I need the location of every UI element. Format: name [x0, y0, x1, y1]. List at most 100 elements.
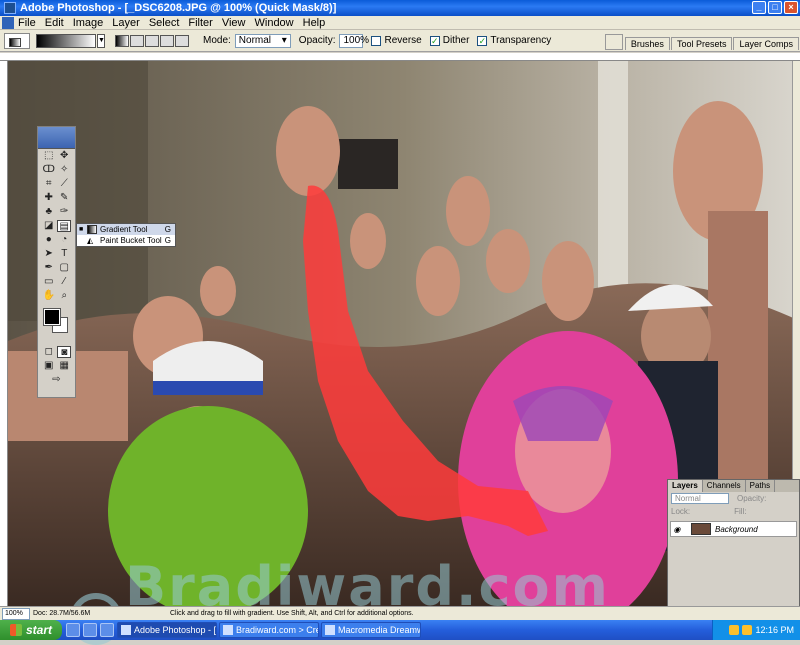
dodge-icon[interactable]: ◔ — [57, 234, 71, 246]
brush-icon[interactable]: ✎ — [57, 192, 71, 204]
tab-channels[interactable]: Channels — [703, 480, 746, 492]
quick-launch-icon[interactable] — [66, 623, 80, 637]
tray-icon[interactable] — [729, 625, 740, 635]
task-dreamweaver[interactable]: Macromedia Dreamw... — [321, 622, 421, 638]
toolbox: ⬚ ✥ ↀ ✧ ⌗ ⟋ ✚ ✎ ♣ ✑ ◪ ▤ ● ◔ ➤ T ✒ ▢ ▭ ⁄ ✋ ⌕ ◻ ◙ ▣ ▦ ⇨ — [37, 126, 76, 398]
menu-bar: File Edit Image Layer Select Filter View… — [0, 16, 800, 30]
tab-brushes[interactable]: Brushes — [624, 37, 670, 50]
hand-icon[interactable]: ✋ — [42, 290, 56, 302]
lasso-icon[interactable]: ↀ — [42, 164, 56, 176]
screen-mode-icon[interactable]: ▣ — [42, 360, 56, 372]
magic-wand-icon[interactable]: ✧ — [57, 164, 71, 176]
flyout-paint-bucket-tool[interactable]: ◭ Paint Bucket Tool G — [77, 235, 175, 246]
task-browser[interactable]: Bradiward.com > Cre... — [219, 622, 319, 638]
path-selection-icon[interactable]: ➤ — [42, 248, 56, 260]
reflected-gradient-icon[interactable] — [160, 34, 174, 47]
tool-preset-picker[interactable] — [4, 32, 30, 49]
visibility-eye-icon[interactable]: ◉ — [671, 525, 683, 534]
layer-row[interactable]: ◉ Background — [670, 521, 797, 537]
maximize-button[interactable]: □ — [768, 1, 782, 14]
gradient-type-buttons — [115, 34, 189, 47]
opacity-value: 100% — [343, 34, 370, 46]
radial-gradient-icon[interactable] — [130, 34, 144, 47]
blur-icon[interactable]: ● — [42, 234, 56, 246]
dither-checkbox[interactable]: ✓ Dither — [429, 35, 469, 46]
toolbox-header[interactable] — [38, 127, 75, 149]
eraser-icon[interactable]: ◪ — [42, 220, 56, 232]
marquee-icon[interactable]: ⬚ — [42, 150, 56, 162]
zoom-icon[interactable]: ⌕ — [57, 290, 71, 302]
browser-task-icon — [223, 625, 233, 635]
photoshop-app-icon — [4, 2, 16, 14]
jump-to-imageready-icon[interactable]: ⇨ — [50, 374, 64, 386]
reverse-checkbox[interactable]: Reverse — [371, 35, 422, 46]
opacity-input[interactable]: 100% — [339, 33, 369, 48]
menu-file[interactable]: File — [18, 17, 36, 29]
angle-gradient-icon[interactable] — [145, 34, 159, 47]
blend-mode-select[interactable]: Normal — [671, 493, 729, 504]
vertical-scrollbar[interactable] — [792, 61, 800, 479]
quick-launch-icon[interactable] — [100, 623, 114, 637]
status-message: Click and drag to fill with gradient. Us… — [170, 610, 414, 617]
notes-icon[interactable]: ▭ — [42, 276, 56, 288]
menu-help[interactable]: Help — [303, 17, 326, 29]
windows-flag-icon — [10, 624, 22, 636]
quick-mask-icon[interactable]: ◙ — [57, 346, 72, 358]
photoshop-task-icon — [121, 625, 131, 635]
menu-filter[interactable]: Filter — [188, 17, 212, 29]
gradient-icon[interactable]: ▤ — [57, 220, 72, 232]
reverse-label: Reverse — [384, 35, 422, 46]
foreground-color-swatch[interactable] — [43, 308, 61, 326]
pen-icon[interactable]: ✒ — [42, 262, 56, 274]
full-screen-icon[interactable]: ▦ — [57, 360, 71, 372]
crop-icon[interactable]: ⌗ — [42, 178, 56, 190]
blend-mode-value: Normal — [675, 494, 701, 503]
gradient-swatch[interactable] — [36, 33, 96, 48]
zoom-level[interactable]: 100% — [2, 607, 30, 620]
opacity-label: Opacity: — [298, 35, 336, 46]
diamond-gradient-icon[interactable] — [175, 34, 189, 47]
move-icon[interactable]: ✥ — [57, 150, 71, 162]
transparency-label: Transparency — [490, 35, 552, 46]
history-brush-icon[interactable]: ✑ — [57, 206, 71, 218]
tab-layer-comps[interactable]: Layer Comps — [733, 37, 799, 50]
menu-window[interactable]: Window — [255, 17, 294, 29]
transparency-checkbox[interactable]: ✓ Transparency — [477, 35, 551, 46]
fill-label: Fill: — [734, 507, 747, 516]
menu-edit[interactable]: Edit — [45, 17, 64, 29]
dreamweaver-task-icon — [325, 625, 335, 635]
horizontal-ruler — [0, 53, 800, 61]
shape-icon[interactable]: ▢ — [57, 262, 71, 274]
flyout-gradient-tool[interactable]: ■ Gradient Tool G — [77, 224, 175, 235]
quick-launch-icon[interactable] — [83, 623, 97, 637]
task-photoshop[interactable]: Adobe Photoshop - [... — [117, 622, 217, 638]
tray-icon[interactable] — [742, 625, 753, 635]
mode-select[interactable]: Normal ▾ — [234, 33, 291, 48]
document-icon[interactable] — [2, 16, 14, 29]
menu-layer[interactable]: Layer — [112, 17, 140, 29]
start-button[interactable]: start — [0, 620, 62, 640]
tab-paths[interactable]: Paths — [746, 480, 776, 492]
clone-stamp-icon[interactable]: ♣ — [42, 206, 56, 218]
menu-image[interactable]: Image — [73, 17, 104, 29]
checkmark-icon[interactable]: ✓ — [429, 35, 440, 46]
minimize-button[interactable]: _ — [752, 1, 766, 14]
blend-row: Normal Opacity: — [668, 492, 799, 505]
standard-mode-icon[interactable]: ◻ — [42, 346, 56, 358]
type-icon[interactable]: T — [57, 248, 71, 260]
reverse-check-box[interactable] — [371, 35, 382, 46]
menu-select[interactable]: Select — [149, 17, 180, 29]
tab-layers[interactable]: Layers — [668, 480, 703, 492]
flyout-label: Paint Bucket Tool — [100, 236, 162, 245]
close-button[interactable]: × — [784, 1, 798, 14]
gradient-picker-arrow[interactable]: ▼ — [97, 33, 105, 48]
linear-gradient-icon[interactable] — [115, 34, 129, 47]
window-title-bar[interactable]: Adobe Photoshop - [_DSC6208.JPG @ 100% (… — [0, 0, 800, 16]
checkmark-icon[interactable]: ✓ — [477, 35, 488, 46]
slice-icon[interactable]: ⟋ — [57, 178, 71, 190]
tab-tool-presets[interactable]: Tool Presets — [670, 37, 733, 50]
menu-view[interactable]: View — [222, 17, 246, 29]
eyedropper-icon[interactable]: ⁄ — [57, 276, 71, 288]
healing-brush-icon[interactable]: ✚ — [42, 192, 56, 204]
file-browser-icon[interactable] — [604, 34, 623, 50]
